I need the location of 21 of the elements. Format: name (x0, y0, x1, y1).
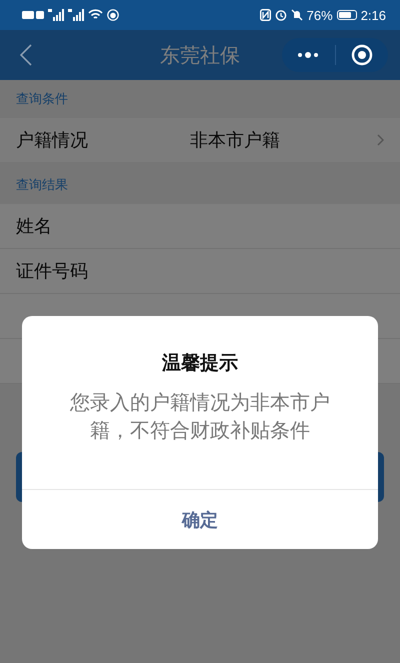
more-dots-icon (297, 51, 320, 59)
confirm-button[interactable]: 确定 (22, 489, 378, 549)
signal-icon (48, 9, 64, 21)
wifi-icon (88, 9, 103, 21)
field-label: 证件号码 (16, 260, 88, 283)
nfc-icon (260, 9, 271, 21)
dialog-message: 您录入的户籍情况为非本市户籍，不符合财政补贴条件 (69, 389, 331, 444)
target-icon (350, 44, 373, 66)
field-label: 姓名 (16, 215, 52, 238)
section-header: 查询条件 (15, 91, 69, 109)
section-header: 查询结果 (15, 177, 69, 195)
page-title: 东莞社保 (159, 42, 241, 68)
signal-icon (68, 9, 84, 21)
battery-icon (336, 10, 357, 20)
clock-time: 2:16 (360, 8, 386, 22)
muted-bell-icon (290, 9, 303, 21)
dialog-title: 温馨提示 (162, 351, 238, 376)
battery-percentage: 76% (306, 8, 333, 22)
hd-icon (22, 10, 44, 20)
alarm-icon (274, 9, 287, 21)
chevron-icon (377, 134, 384, 146)
